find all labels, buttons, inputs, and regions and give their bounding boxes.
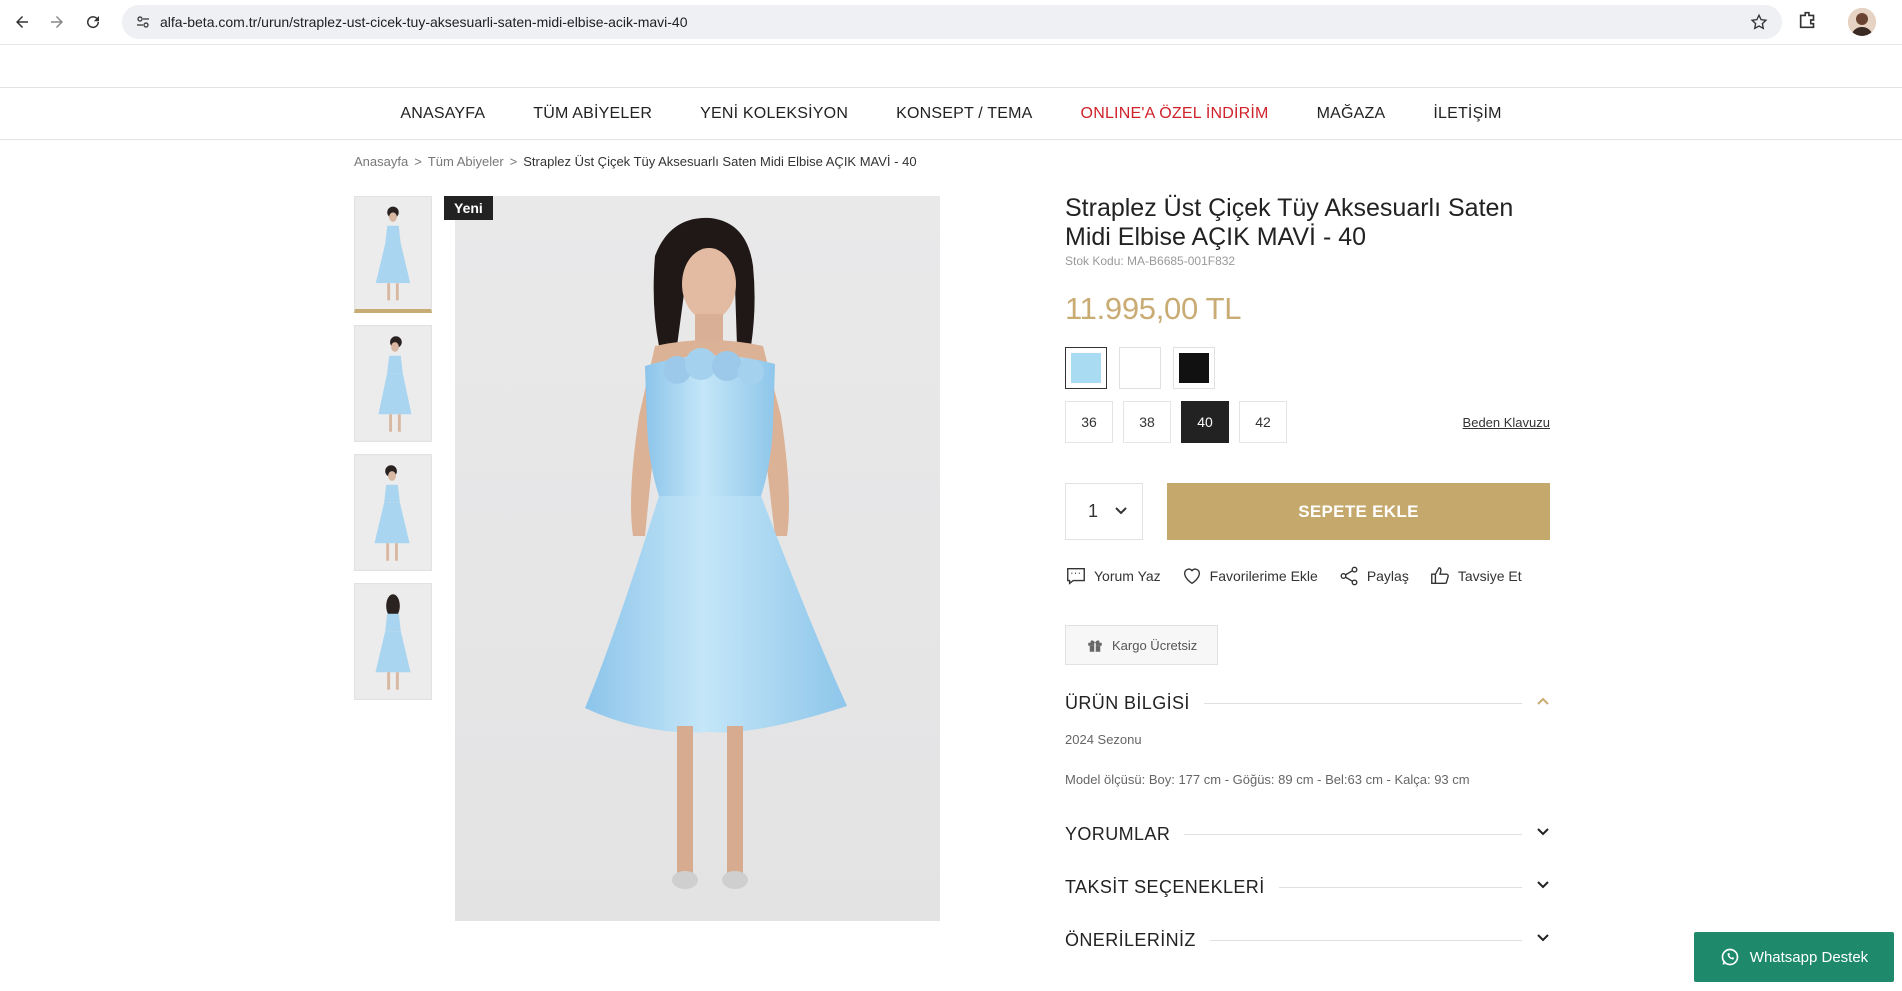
chevron-down-icon (1536, 825, 1550, 844)
breadcrumb-separator: > (414, 154, 422, 169)
product-thumbnail[interactable] (354, 454, 432, 571)
nav-item-anasayfa[interactable]: ANASAYFA (400, 105, 485, 123)
nav-item-iletisim[interactable]: İLETİŞİM (1433, 105, 1501, 123)
main-navigation: ANASAYFA TÜM ABİYELER YENİ KOLEKSİYON KO… (0, 88, 1902, 140)
breadcrumb: Anasayfa > Tüm Abiyeler > Straplez Üst Ç… (354, 154, 917, 169)
size-option-40[interactable]: 40 (1181, 401, 1229, 443)
product-main-image[interactable] (455, 196, 940, 921)
size-option-42[interactable]: 42 (1239, 401, 1287, 443)
nav-item-online-indirim[interactable]: ONLINE'A ÖZEL İNDİRİM (1081, 105, 1269, 123)
product-sku: Stok Kodu: MA-B6685-001F832 (1065, 254, 1236, 268)
thumbnail-list (354, 196, 432, 712)
divider (1209, 940, 1522, 941)
size-option-36[interactable]: 36 (1065, 401, 1113, 443)
add-to-cart-button[interactable]: SEPETE EKLE (1167, 483, 1550, 540)
breadcrumb-separator: > (509, 154, 518, 169)
accordion-installments: TAKSİT SEÇENEKLERİ (1065, 877, 1550, 898)
bookmark-star-icon[interactable] (1750, 13, 1768, 36)
write-review-label: Yorum Yaz (1094, 568, 1161, 584)
nav-item-konsept-tema[interactable]: KONSEPT / TEMA (896, 105, 1032, 123)
free-shipping-badge: Kargo Ücretsiz (1065, 625, 1219, 665)
thumbs-up-icon (1430, 567, 1449, 585)
color-swatch-black[interactable] (1173, 347, 1215, 389)
recommend-button[interactable]: Tavsiye Et (1429, 565, 1522, 587)
url-text[interactable]: alfa-beta.com.tr/urun/straplez-ust-cicek… (160, 14, 688, 30)
product-price: 11.995,00 TL (1065, 291, 1242, 326)
whatsapp-support-button[interactable]: Whatsapp Destek (1694, 932, 1894, 982)
address-bar[interactable]: alfa-beta.com.tr/urun/straplez-ust-cicek… (122, 5, 1782, 39)
new-badge: Yeni (444, 196, 493, 220)
add-favorite-button[interactable]: Favorilerime Ekle (1181, 565, 1318, 587)
site-info-icon[interactable] (126, 14, 160, 30)
accordion-reviews: YORUMLAR (1065, 824, 1550, 845)
quantity-value: 1 (1088, 501, 1099, 521)
accordion-header-installments[interactable]: TAKSİT SEÇENEKLERİ (1065, 877, 1550, 898)
size-option-38[interactable]: 38 (1123, 401, 1171, 443)
accordion-title: YORUMLAR (1065, 824, 1171, 844)
accordion-header-recommendations[interactable]: ÖNERİLERİNİZ (1065, 930, 1550, 951)
accordion-header-reviews[interactable]: YORUMLAR (1065, 824, 1550, 845)
accordion-title: ÖNERİLERİNİZ (1065, 930, 1196, 950)
product-thumbnail[interactable] (354, 325, 432, 442)
accordion-title: TAKSİT SEÇENEKLERİ (1065, 877, 1265, 897)
color-swatch-white[interactable] (1119, 347, 1161, 389)
whatsapp-label: Whatsapp Destek (1749, 948, 1869, 966)
reload-icon[interactable] (76, 5, 110, 39)
share-button[interactable]: Paylaş (1338, 565, 1409, 587)
write-review-button[interactable]: Yorum Yaz (1065, 565, 1161, 587)
size-options: 36 38 40 42 Beden Klavuzu (1065, 401, 1550, 443)
back-icon[interactable] (5, 5, 39, 39)
color-options (1065, 347, 1550, 389)
nav-item-magaza[interactable]: MAĞAZA (1317, 105, 1386, 123)
product-thumbnail[interactable] (354, 583, 432, 700)
season-text: 2024 Sezonu (1065, 732, 1142, 747)
free-shipping-label: Kargo Ücretsiz (1112, 637, 1198, 653)
size-guide-link[interactable]: Beden Klavuzu (1463, 415, 1550, 430)
divider (1184, 834, 1522, 835)
product-title: Straplez Üst Çiçek Tüy Aksesuarlı Saten … (1065, 194, 1514, 251)
accordion-product-info: ÜRÜN BİLGİSİ 2024 Sezonu Model ölçüsü: B… (1065, 693, 1550, 788)
divider (1278, 887, 1522, 888)
product-thumbnail[interactable] (354, 196, 432, 313)
accordion-title: ÜRÜN BİLGİSİ (1065, 693, 1190, 713)
gift-icon (1088, 640, 1102, 652)
chevron-down-icon (1536, 878, 1550, 897)
browser-toolbar: alfa-beta.com.tr/urun/straplez-ust-cicek… (0, 0, 1902, 45)
heart-icon (1183, 568, 1200, 585)
chevron-up-icon (1536, 694, 1550, 713)
profile-avatar[interactable] (1848, 8, 1876, 36)
accordion-header-product-info[interactable]: ÜRÜN BİLGİSİ (1065, 693, 1550, 714)
product-info-panel: Straplez Üst Çiçek Tüy Aksesuarlı Saten … (1065, 194, 1550, 951)
comment-icon (1067, 567, 1085, 585)
forward-icon[interactable] (40, 5, 74, 39)
breadcrumb-current: Straplez Üst Çiçek Tüy Aksesuarlı Saten … (523, 154, 917, 169)
add-favorite-label: Favorilerime Ekle (1209, 568, 1318, 584)
share-label: Paylaş (1366, 568, 1409, 584)
product-actions: Yorum Yaz Favorilerime Ekle Paylaş Tavsi… (1065, 565, 1550, 587)
accordion-recommendations: ÖNERİLERİNİZ (1065, 930, 1550, 951)
whatsapp-icon (1721, 948, 1739, 966)
recommend-label: Tavsiye Et (1457, 568, 1522, 584)
divider (1203, 703, 1522, 704)
breadcrumb-home[interactable]: Anasayfa (354, 154, 408, 169)
purchase-row: 1 SEPETE EKLE (1065, 483, 1550, 540)
chevron-down-icon (1114, 501, 1128, 522)
model-measurements-text: Model ölçüsü: Boy: 177 cm - Göğüs: 89 cm… (1065, 772, 1470, 787)
chevron-down-icon (1536, 931, 1550, 950)
nav-item-tum-abiyeler[interactable]: TÜM ABİYELER (533, 105, 652, 123)
extensions-icon[interactable] (1797, 9, 1819, 36)
accordion-body-product-info: 2024 Sezonu Model ölçüsü: Boy: 177 cm - … (1065, 732, 1550, 788)
nav-item-yeni-koleksiyon[interactable]: YENİ KOLEKSİYON (700, 105, 848, 123)
breadcrumb-category[interactable]: Tüm Abiyeler (428, 154, 504, 169)
site-top-bar (0, 45, 1902, 88)
quantity-select[interactable]: 1 (1065, 483, 1143, 540)
share-icon (1340, 566, 1358, 586)
color-swatch-light-blue[interactable] (1065, 347, 1107, 389)
